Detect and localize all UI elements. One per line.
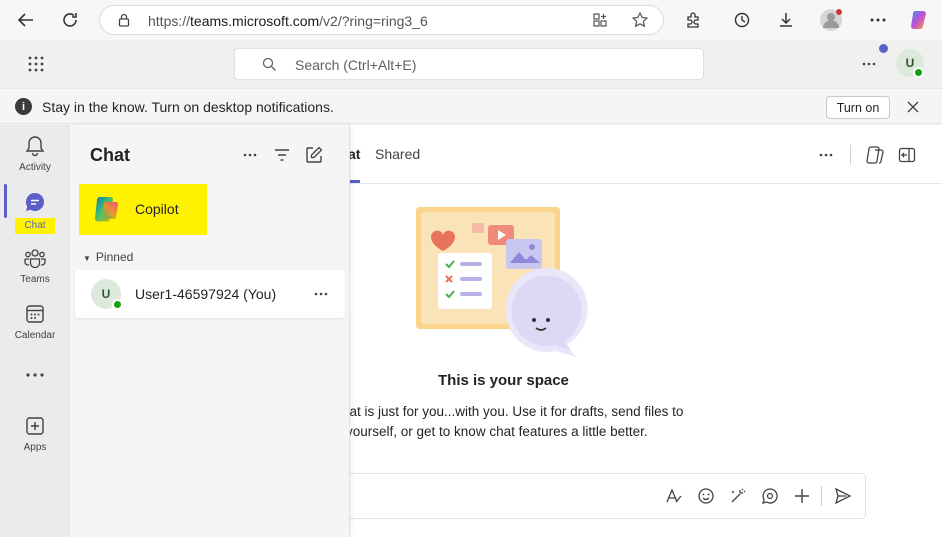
empty-state-illustration	[416, 207, 596, 362]
empty-state-title: This is your space	[438, 372, 569, 389]
teams-header: Search (Ctrl+Alt+E) U	[0, 40, 942, 88]
banner-message: Stay in the know. Turn on desktop notifi…	[42, 99, 334, 115]
filter-icon[interactable]	[270, 143, 294, 167]
chevron-down-icon: ▼	[83, 254, 91, 263]
header-divider	[850, 145, 851, 165]
copilot-chat-item[interactable]: Copilot	[79, 184, 207, 235]
chat-more-options-icon[interactable]	[238, 143, 262, 167]
rail-label-teams: Teams	[20, 274, 50, 285]
open-side-panel-icon[interactable]	[895, 143, 919, 167]
history-icon[interactable]	[728, 6, 756, 34]
calendar-icon	[23, 302, 47, 326]
format-icon[interactable]	[663, 485, 685, 507]
notification-dot	[879, 44, 888, 53]
app-rail: Activity Chat Teams Calendar Apps	[0, 125, 70, 537]
chat-item-name: User1-46597924 (You)	[135, 286, 277, 302]
chat-tab-bar: at Shared	[348, 125, 942, 184]
list-item[interactable]: U User1-46597924 (You)	[75, 270, 345, 318]
rail-item-activity[interactable]: Activity	[0, 125, 70, 181]
message-composer[interactable]	[330, 473, 866, 519]
close-icon[interactable]	[899, 93, 927, 121]
notification-banner: i Stay in the know. Turn on desktop noti…	[0, 88, 942, 124]
turn-on-button[interactable]: Turn on	[826, 96, 890, 119]
empty-state-description: hat is just for you...with you. Use it f…	[342, 402, 702, 442]
presence-available-icon	[913, 67, 924, 78]
chat-list-pane: Chat Copilot ▼ Pinned U User1-46597924 (…	[70, 125, 350, 537]
search-placeholder: Search (Ctrl+Alt+E)	[295, 57, 417, 73]
chat-main-area: at Shared This is your space hat is just…	[330, 125, 942, 537]
browser-toolbar: https://teams.microsoft.com/v2/?ring=rin…	[0, 0, 942, 40]
search-input[interactable]: Search (Ctrl+Alt+E)	[234, 48, 704, 80]
rail-item-teams[interactable]: Teams	[0, 237, 70, 293]
rail-label-chat: Chat	[15, 218, 55, 234]
add-icon[interactable]	[791, 485, 813, 507]
copilot-label: Copilot	[135, 201, 179, 217]
url-scheme: https://	[148, 13, 191, 29]
chat-pane-title: Chat	[90, 145, 130, 165]
empty-state-line-1: hat is just for you...with you. Use it f…	[342, 404, 684, 419]
settings-more-icon[interactable]	[864, 6, 892, 34]
copilot-icon[interactable]	[863, 143, 887, 167]
refresh-icon[interactable]	[56, 6, 84, 34]
rail-label-apps: Apps	[23, 442, 47, 453]
loop-icon[interactable]	[727, 485, 749, 507]
url-text: https://teams.microsoft.com/v2/?ring=rin…	[148, 13, 428, 29]
pinned-header-label: Pinned	[95, 250, 134, 264]
search-icon	[255, 50, 283, 78]
praise-icon[interactable]	[759, 485, 781, 507]
url-path: /v2/?ring=ring3_6	[319, 13, 428, 29]
chat-icon	[23, 190, 47, 214]
active-tab-underline	[350, 180, 360, 183]
more-icon	[23, 363, 47, 387]
rail-item-apps[interactable]: Apps	[0, 405, 70, 461]
rail-item-calendar[interactable]: Calendar	[0, 293, 70, 349]
avatar-initial: U	[101, 287, 111, 301]
send-icon[interactable]	[832, 485, 854, 507]
rail-label-calendar: Calendar	[14, 330, 56, 341]
teams-icon	[23, 246, 47, 270]
rail-item-more[interactable]	[0, 357, 70, 393]
new-chat-icon[interactable]	[302, 143, 326, 167]
header-more-options-icon[interactable]	[814, 143, 838, 167]
composer-divider	[821, 486, 822, 506]
app-available-icon[interactable]	[586, 6, 614, 34]
profile-icon[interactable]	[817, 6, 845, 34]
emoji-icon[interactable]	[695, 485, 717, 507]
info-icon: i	[15, 98, 32, 115]
rail-label-activity: Activity	[19, 162, 51, 173]
empty-state-line-2: yourself, or get to know chat features a…	[346, 424, 648, 439]
more-options-icon[interactable]	[855, 50, 883, 78]
item-more-options-icon[interactable]	[309, 282, 333, 306]
extensions-icon[interactable]	[679, 6, 707, 34]
back-icon[interactable]	[12, 6, 40, 34]
downloads-icon[interactable]	[772, 6, 800, 34]
pinned-section-header[interactable]: ▼ Pinned	[83, 250, 133, 264]
app-launcher-icon[interactable]	[22, 50, 50, 78]
bell-icon	[23, 134, 47, 158]
address-bar[interactable]: https://teams.microsoft.com/v2/?ring=rin…	[99, 5, 664, 35]
copilot-logo-icon	[90, 193, 122, 225]
favorite-star-icon[interactable]	[626, 6, 654, 34]
presence-available-icon	[112, 299, 123, 310]
tab-shared[interactable]: Shared	[375, 146, 420, 162]
copilot-browser-icon[interactable]	[906, 6, 934, 34]
url-host: teams.microsoft.com	[190, 13, 320, 29]
lock-icon[interactable]	[110, 6, 138, 34]
rail-item-chat[interactable]: Chat	[0, 181, 70, 237]
avatar-initial: U	[905, 56, 915, 70]
apps-icon	[23, 414, 47, 438]
